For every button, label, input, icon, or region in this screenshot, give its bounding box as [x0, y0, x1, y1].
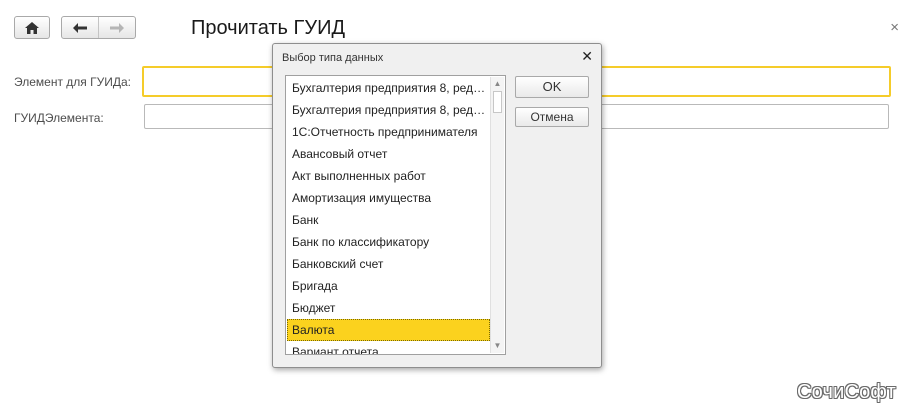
scroll-up-icon[interactable]: ▲ — [491, 78, 504, 90]
home-icon — [25, 21, 39, 34]
type-selection-dialog: Выбор типа данных ✕ Бухгалтерия предприя… — [272, 43, 602, 368]
list-item[interactable]: Акт выполненных работ — [287, 165, 490, 187]
list-item[interactable]: Бухгалтерия предприятия 8, редакция 2.0 — [287, 99, 490, 121]
element-label: Элемент для ГУИДа: — [14, 75, 131, 89]
list-item[interactable]: Банковский счет — [287, 253, 490, 275]
cancel-button[interactable]: Отмена — [515, 107, 589, 127]
list-item-selected[interactable]: Валюта — [287, 319, 490, 341]
list-scrollbar[interactable]: ▲ ▼ — [490, 77, 504, 353]
list-item[interactable]: Бюджет — [287, 297, 490, 319]
app-window: Прочитать ГУИД × Элемент для ГУИДа: ГУИД… — [0, 0, 907, 416]
home-button[interactable] — [14, 16, 50, 39]
arrow-left-icon — [73, 22, 87, 33]
dialog-title: Выбор типа данных — [282, 52, 384, 64]
navigation-buttons — [61, 16, 136, 39]
back-button[interactable] — [62, 17, 98, 38]
ok-button[interactable]: OK — [515, 76, 589, 98]
page-title: Прочитать ГУИД — [191, 17, 345, 39]
close-icon[interactable]: × — [890, 20, 899, 35]
list-item[interactable]: Вариант отчета — [287, 341, 490, 354]
forward-button[interactable] — [98, 17, 135, 38]
scroll-thumb[interactable] — [493, 91, 502, 113]
list-item[interactable]: Бухгалтерия предприятия 8, редакция 3.0 — [287, 77, 490, 99]
type-list[interactable]: Бухгалтерия предприятия 8, редакция 3.0Б… — [285, 75, 506, 355]
dialog-close-icon[interactable]: ✕ — [581, 49, 593, 63]
list-item[interactable]: Банк по классификатору — [287, 231, 490, 253]
list-item[interactable]: Авансовый отчет — [287, 143, 490, 165]
type-list-items: Бухгалтерия предприятия 8, редакция 3.0Б… — [287, 77, 490, 354]
arrow-right-icon — [110, 22, 124, 33]
scroll-down-icon[interactable]: ▼ — [491, 340, 504, 352]
list-item[interactable]: 1С:Отчетность предпринимателя — [287, 121, 490, 143]
guid-label: ГУИДЭлемента: — [14, 111, 104, 125]
watermark: СочиСофт — [796, 381, 896, 403]
list-item[interactable]: Бригада — [287, 275, 490, 297]
list-item[interactable]: Банк — [287, 209, 490, 231]
list-item[interactable]: Амортизация имущества — [287, 187, 490, 209]
